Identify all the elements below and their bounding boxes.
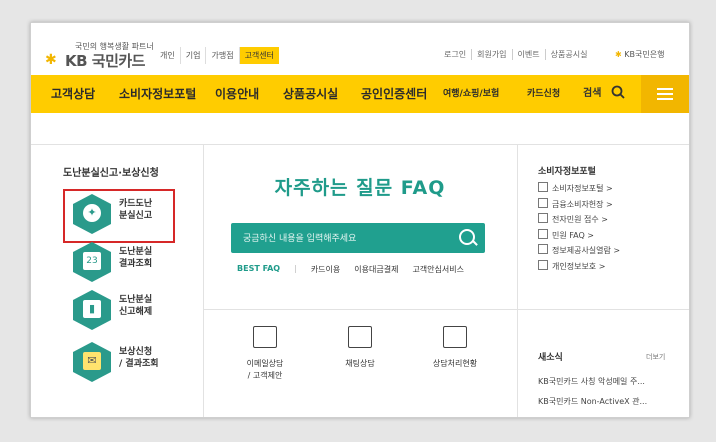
list-icon — [538, 197, 548, 208]
list-icon — [538, 244, 548, 254]
search-icon[interactable] — [459, 229, 475, 245]
compensation-request-label: 보상신청 / 결과조회 — [119, 347, 159, 369]
faq-search-box — [231, 223, 485, 253]
list-icon — [538, 228, 548, 239]
lost-card-result-label: 도난분실 결과조회 — [119, 247, 153, 269]
nav-item-card-apply[interactable]: 카드신청 — [527, 75, 560, 113]
login-link[interactable]: 로그인 — [439, 49, 473, 60]
document-search-icon — [443, 326, 467, 348]
nav-item-usage-guide[interactable]: 이용안내 — [215, 75, 259, 113]
portal-link-label: 전자민원 접수 > — [552, 215, 608, 224]
main-nav: 고객상담 소비자정보포털 이용안내 상품공시실 공인인증센터 여행/쇼핑/보험 … — [31, 75, 689, 113]
kb-bank-label: KB국민은행 — [624, 50, 665, 59]
search-icon — [611, 85, 625, 99]
faq-search-input[interactable] — [241, 230, 445, 248]
menu-bar — [657, 93, 673, 95]
portal-link[interactable]: 소비자정보포털 > — [538, 182, 620, 198]
chat-icon — [348, 326, 372, 348]
signup-link[interactable]: 회원가입 — [472, 49, 513, 60]
portal-link[interactable]: 민원 FAQ > — [538, 228, 620, 245]
portal-link-label: 개인정보보호 > — [552, 261, 606, 271]
kb-star-icon: ✱ — [45, 52, 57, 68]
envelope-icon: ✉ — [73, 342, 111, 382]
faq-tag-best[interactable]: BEST FAQ — [237, 264, 294, 275]
search-button[interactable]: 검색 — [583, 75, 625, 113]
calendar-icon: 23 — [73, 242, 111, 282]
tag-divider: | — [294, 264, 297, 273]
lost-card-cancel[interactable]: ▮ 도난분실 신고해제 — [73, 290, 193, 330]
faq-tag-payment[interactable]: 이용대금결제 — [354, 264, 412, 275]
portal-link-label: 금융소비자헌장 > — [552, 199, 613, 209]
tab-business[interactable]: 기업 — [181, 47, 207, 64]
portal-link[interactable]: 개인정보보호 > — [538, 259, 620, 276]
portal-link-label: 민원 FAQ > — [552, 230, 595, 240]
audience-tabs: 개인 기업 가맹점 고객센터 — [155, 47, 280, 64]
browser-page: 국민의 행복생활 파트너 ✱ KB 국민카드 개인 기업 가맹점 고객센터 로그… — [30, 22, 690, 418]
portal-link[interactable]: 정보제공사실열람 > — [538, 244, 620, 260]
list-icon — [538, 259, 548, 270]
kb-logo[interactable]: KB 국민카드 — [65, 50, 145, 71]
list-icon — [538, 182, 548, 192]
news-item[interactable]: KB국민카드 사칭 악성메일 주... — [538, 376, 647, 396]
kb-bank-link[interactable]: ✱ KB국민은행 — [615, 49, 664, 60]
consumer-portal-title: 소비자정보포털 — [538, 167, 596, 177]
service-links: 이메일상담 / 고객제안 채팅상담 상담처리현황 — [203, 309, 517, 417]
nav-item-consumer-portal[interactable]: 소비자정보포털 — [119, 75, 196, 113]
email-consult-label: 이메일상담 / 고객제안 — [246, 359, 284, 380]
nav-item-consultation[interactable]: 고객상담 — [51, 75, 95, 113]
news-item[interactable]: KB국민카드 Non-ActiveX 관... — [538, 396, 647, 416]
menu-bar — [657, 88, 673, 90]
nav-item-certificate-center[interactable]: 공인인증센터 — [361, 75, 427, 113]
lost-card-cancel-label: 도난분실 신고해제 — [119, 295, 153, 317]
lost-card-result[interactable]: 23 도난분실 결과조회 — [73, 242, 193, 282]
chat-consult-button[interactable]: 채팅상담 — [310, 326, 410, 370]
product-disclosure-link[interactable]: 상품공시실 — [546, 49, 593, 60]
compensation-request[interactable]: ✉ 보상신청 / 결과조회 — [73, 342, 193, 382]
news-list: KB국민카드 사칭 악성메일 주... KB국민카드 Non-ActiveX 관… — [538, 376, 647, 416]
event-link[interactable]: 이벤트 — [513, 49, 546, 60]
email-consult-button[interactable]: 이메일상담 / 고객제안 — [215, 326, 315, 382]
portal-link[interactable]: 전자민원 접수 > — [538, 213, 620, 229]
lost-card-report-label: 카드도난 분실신고 — [119, 199, 153, 221]
consumer-portal-links: 소비자정보포털 > 금융소비자헌장 > 전자민원 접수 > 민원 FAQ > 정… — [538, 182, 620, 275]
chart-icon: ▮ — [73, 290, 111, 330]
tab-merchant[interactable]: 가맹점 — [206, 47, 240, 64]
kb-star-icon: ✱ — [615, 50, 622, 59]
hamburger-menu-button[interactable] — [641, 75, 689, 113]
list-icon — [538, 213, 548, 223]
faq-tag-security[interactable]: 고객안심서비스 — [412, 264, 478, 275]
portal-link[interactable]: 금융소비자헌장 > — [538, 197, 620, 214]
tab-customer-center[interactable]: 고객센터 — [239, 47, 280, 64]
top-bar: 국민의 행복생활 파트너 ✱ KB 국민카드 개인 기업 가맹점 고객센터 로그… — [31, 23, 689, 70]
consult-status-label: 상담처리현황 — [432, 359, 478, 368]
utility-links: 로그인 회원가입 이벤트 상품공시실 — [439, 49, 592, 60]
tab-personal[interactable]: 개인 — [155, 47, 181, 64]
chat-consult-label: 채팅상담 — [345, 359, 375, 368]
faq-tag-card-use[interactable]: 카드이용 — [311, 264, 354, 275]
nav-item-travel-shopping[interactable]: 여행/쇼핑/보험 — [443, 75, 499, 113]
news-more-link[interactable]: 더보기 — [646, 352, 665, 362]
consult-status-button[interactable]: 상담처리현황 — [405, 326, 505, 370]
portal-link-label: 정보제공사실열람 > — [552, 246, 621, 255]
portal-link-label: 소비자정보포털 > — [552, 184, 613, 193]
news-title: 새소식 — [538, 353, 563, 363]
nav-item-product-disclosure[interactable]: 상품공시실 — [283, 75, 338, 113]
faq-tags: BEST FAQ | 카드이용 이용대금결제 고객안심서비스 — [237, 264, 478, 275]
menu-bar — [657, 98, 673, 100]
lost-card-report[interactable]: ✦ 카드도난 분실신고 — [73, 194, 193, 234]
email-icon — [253, 326, 277, 348]
card-icon: ✦ — [73, 194, 111, 234]
section-divider — [518, 309, 689, 310]
consumer-portal-panel: 소비자정보포털 소비자정보포털 > 금융소비자헌장 > 전자민원 접수 > 민원… — [517, 144, 689, 417]
search-label: 검색 — [583, 88, 602, 99]
